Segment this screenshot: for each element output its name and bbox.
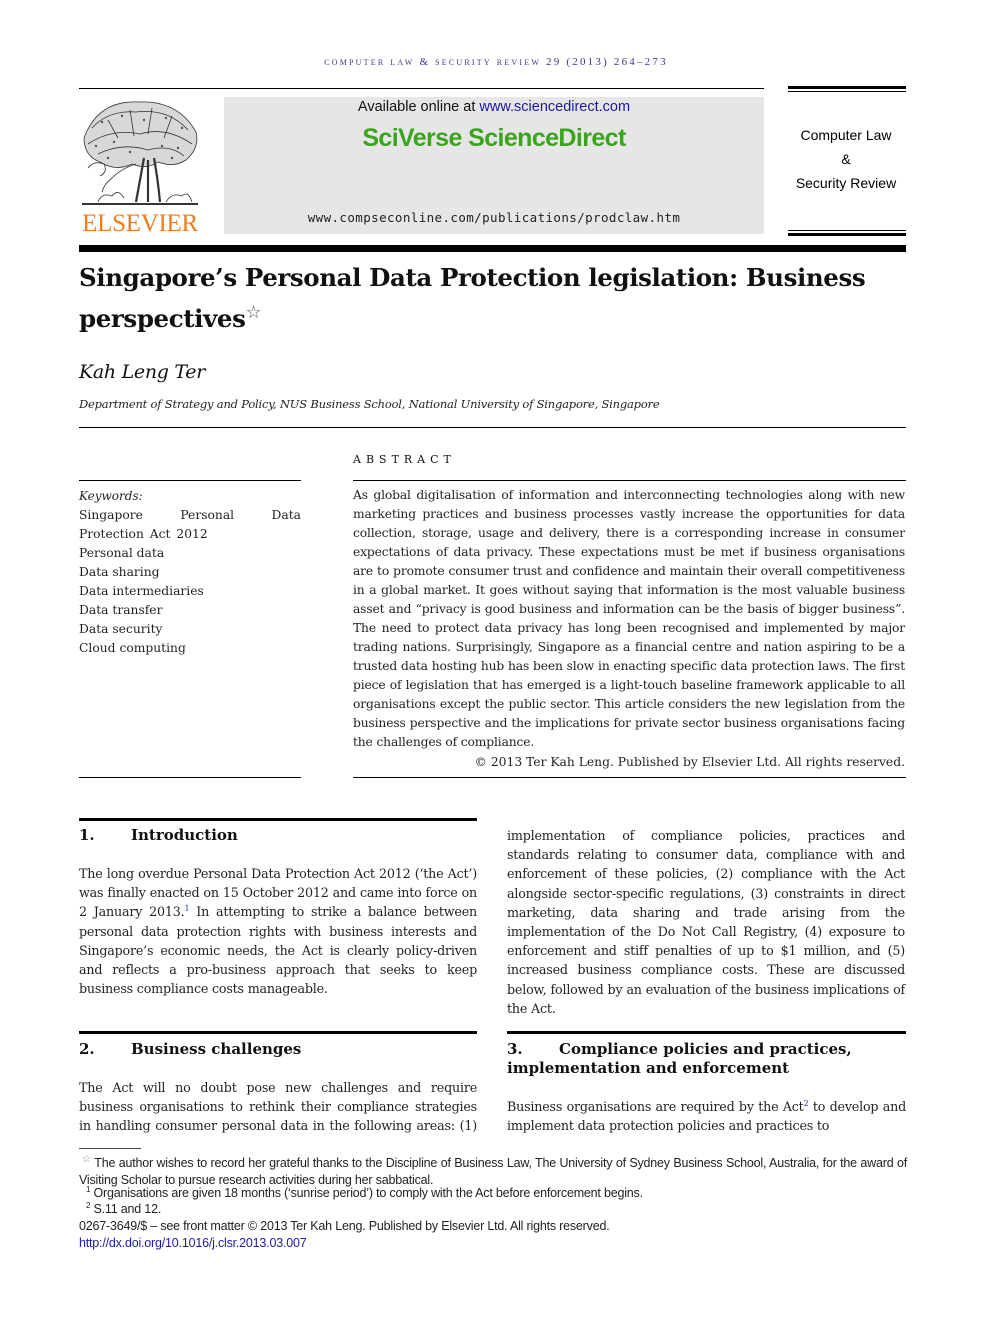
section-3-heading: 3. Compliance policies and practices, imp…	[507, 1040, 906, 1078]
journal-box-top-rule-thick	[788, 86, 906, 89]
keyword-item: Singapore Personal Data Protection Act 2…	[79, 508, 301, 541]
doi-link[interactable]: http://dx.doi.org/10.1016/j.clsr.2013.03…	[79, 1235, 307, 1252]
abstract-body: As global digitalisation of information …	[353, 488, 905, 749]
section-1-rule	[79, 818, 477, 821]
journal-box-bottom-rule-thick	[788, 233, 906, 236]
available-online-label: Available online at	[357, 99, 480, 115]
footnote-star: ☆ The author wishes to record her gratef…	[79, 1152, 907, 1188]
front-matter-line: 0267-3649/$ – see front matter © 2013 Te…	[79, 1219, 610, 1233]
abstract-copyright: © 2013 Ter Kah Leng. Published by Elsevi…	[474, 755, 905, 769]
available-online-line: Available online at www.sciencedirect.co…	[224, 99, 764, 115]
author-affiliation: Department of Strategy and Policy, NUS B…	[79, 397, 660, 411]
keyword-item: Cloud computing	[79, 641, 186, 655]
keywords-bottom-rule	[79, 777, 301, 778]
section-2-heading: 2. Business challenges	[79, 1040, 477, 1059]
section-3-rule	[507, 1031, 906, 1034]
section-3-number: 3.	[507, 1040, 523, 1058]
abstract-heading: ABSTRACT	[353, 453, 456, 466]
section-2-continuation: implementation of compliance policies, p…	[507, 828, 905, 1016]
abstract-bottom-rule	[353, 777, 906, 778]
section-2-number: 2.	[79, 1040, 95, 1058]
footnote-2: 2 S.11 and 12.	[86, 1201, 906, 1218]
article-title: Singapore’s Personal Data Protection leg…	[79, 260, 909, 336]
section-3-body: Business organisations are required by t…	[507, 1097, 906, 1135]
section-2-title: Business challenges	[131, 1040, 302, 1058]
section-3-text-a: Business organisations are required by t…	[507, 1099, 804, 1114]
section-2-body: The Act will no doubt pose new challenge…	[79, 1080, 477, 1134]
sciverse-sciencedirect-logo[interactable]: SciVerse ScienceDirect	[224, 124, 764, 153]
keyword-item: Data transfer	[79, 603, 163, 617]
keyword-item: Personal data	[79, 546, 165, 560]
keywords-label: Keywords:	[79, 489, 143, 503]
journal-name-line-3: Security Review	[795, 175, 897, 191]
running-head: COMPUTER LAW & SECURITY REVIEW 29 (2013)…	[324, 56, 668, 68]
author-name[interactable]: Kah Leng Ter	[79, 361, 205, 383]
sciencedirect-link[interactable]: www.sciencedirect.com	[479, 99, 630, 115]
footnote-star-text: The author wishes to record her grateful…	[79, 1156, 907, 1187]
keyword-item: Data intermediaries	[79, 584, 204, 598]
section-1-number: 1.	[79, 826, 95, 844]
journal-box-bottom-rule-thin	[788, 230, 906, 231]
keyword-item: Data security	[79, 622, 163, 636]
section-3-title: Compliance policies and practices, imple…	[507, 1040, 852, 1077]
footnote-star-icon: ☆	[82, 1154, 91, 1165]
keyword-item: Data sharing	[79, 565, 160, 579]
footnote-1: 1 Organisations are given 18 months (‘su…	[86, 1185, 906, 1202]
section-2-rule	[79, 1031, 477, 1034]
keywords-top-rule	[79, 480, 301, 481]
section-1-body: The long overdue Personal Data Protectio…	[79, 864, 477, 998]
footnote-separator	[79, 1148, 141, 1149]
journal-name-line-2: &	[841, 151, 851, 167]
article-title-text: Singapore’s Personal Data Protection leg…	[79, 263, 866, 334]
footnote-2-text: S.11 and 12.	[90, 1202, 162, 1216]
tree-icon	[82, 101, 198, 205]
section-1-title: Introduction	[131, 826, 238, 844]
journal-name-line-1: Computer Law	[800, 127, 892, 143]
affiliation-divider	[79, 427, 906, 428]
section-1-heading: 1. Introduction	[79, 826, 477, 845]
header-bottom-bar	[79, 245, 906, 252]
journal-homepage-url[interactable]: www.compseconline.com/publications/prodc…	[224, 210, 764, 225]
abstract-top-rule	[353, 480, 906, 481]
elsevier-wordmark[interactable]: ELSEVIER	[78, 210, 202, 238]
title-footnote-star-icon[interactable]: ☆	[246, 302, 262, 323]
journal-name-block: Computer Law & Security Review	[786, 123, 906, 195]
keywords-panel: Keywords: Singapore Personal Data Protec…	[79, 487, 301, 658]
footnote-1-text: Organisations are given 18 months (‘sunr…	[90, 1186, 644, 1200]
journal-box-top-rule-thin	[788, 91, 906, 92]
header-top-rule	[79, 88, 764, 89]
